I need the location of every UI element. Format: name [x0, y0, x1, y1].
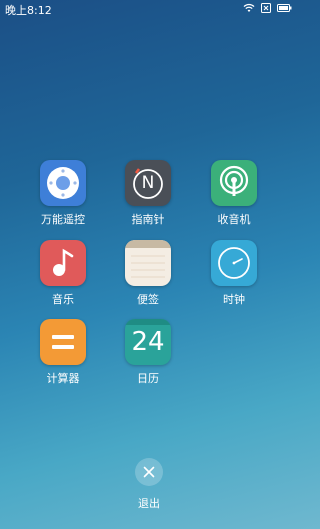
app-remote-control[interactable]: 万能遥控	[23, 160, 103, 227]
compass-icon: N	[125, 160, 171, 206]
app-calculator[interactable]: 计算器	[23, 319, 103, 386]
exit-label: 退出	[138, 497, 160, 510]
no-sim-icon	[261, 3, 271, 13]
close-icon	[143, 466, 155, 478]
calendar-icon: 24	[125, 319, 171, 365]
app-label: 音乐	[52, 293, 74, 306]
app-label: 计算器	[46, 372, 80, 385]
exit-button[interactable]	[135, 458, 163, 486]
compass-letter: N	[141, 173, 155, 193]
wifi-icon	[243, 3, 255, 12]
app-calendar[interactable]: 24 日历	[108, 319, 188, 386]
notes-icon	[125, 240, 171, 286]
app-clock[interactable]: 时钟	[194, 240, 274, 307]
app-label: 万能遥控	[41, 213, 85, 226]
clock-icon	[211, 240, 257, 286]
app-label: 收音机	[217, 213, 251, 226]
status-time: 晚上8:12	[5, 4, 52, 17]
calculator-icon	[40, 319, 86, 365]
app-compass[interactable]: N 指南针	[108, 160, 188, 227]
app-music[interactable]: 音乐	[23, 240, 103, 307]
remote-control-icon	[40, 160, 86, 206]
app-label: 时钟	[223, 293, 245, 306]
status-icons	[243, 3, 292, 13]
battery-icon	[277, 4, 292, 12]
app-label: 日历	[137, 372, 159, 385]
app-radio[interactable]: 收音机	[194, 160, 274, 227]
app-notes[interactable]: 便签	[108, 240, 188, 307]
status-bar: 晚上8:12	[0, 0, 298, 18]
app-label: 指南针	[131, 213, 165, 226]
calendar-day: 24	[131, 327, 165, 357]
music-note-icon	[40, 240, 86, 286]
radio-icon	[211, 160, 257, 206]
app-label: 便签	[137, 293, 159, 306]
